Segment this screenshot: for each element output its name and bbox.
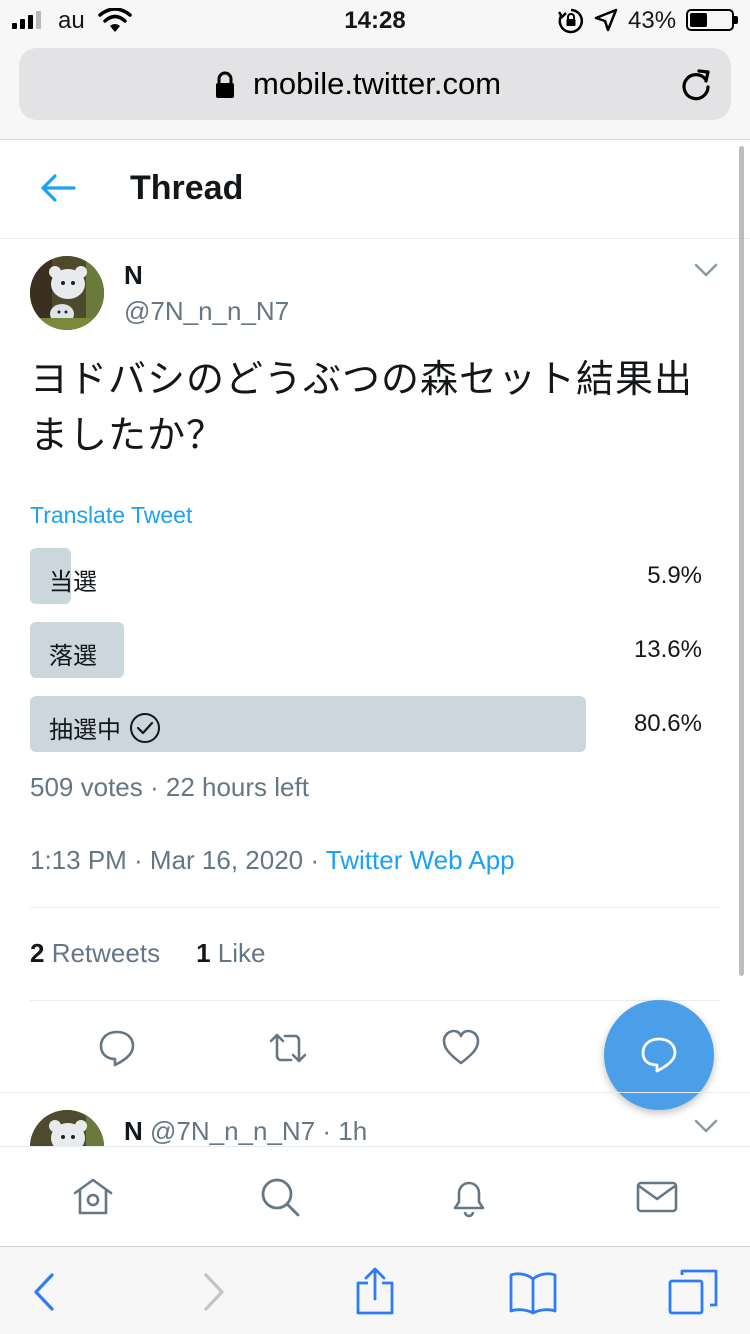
tweet-timestamp: 1:13 PM · Mar 16, 2020 · Twitter Web App (30, 845, 515, 876)
poll-option: 当選 5.9% (30, 548, 720, 604)
author-name[interactable]: N (124, 260, 143, 291)
home-icon[interactable] (71, 1175, 115, 1219)
tweet-text-line: ヨドバシのどうぶつの森セット結果出 (30, 359, 694, 401)
reply-icon[interactable] (97, 1028, 137, 1068)
envelope-icon[interactable] (635, 1175, 679, 1219)
divider (30, 1000, 720, 1001)
poll-option-label: 落選 (49, 643, 97, 670)
retweet-icon[interactable] (268, 1028, 308, 1068)
chevron-down-icon[interactable] (694, 262, 718, 278)
likes-stat[interactable]: 1 Like (196, 938, 265, 968)
address-bar[interactable]: mobile.twitter.com (19, 48, 731, 120)
url-text: mobile.twitter.com (253, 66, 502, 101)
chevron-down-icon[interactable] (694, 1118, 718, 1134)
avatar[interactable] (30, 256, 104, 330)
author-handle[interactable]: @7N_n_n_N7 (124, 296, 289, 327)
page-title: Thread (130, 169, 244, 207)
share-icon[interactable] (350, 1267, 400, 1317)
poll-option-percent: 5.9% (647, 562, 702, 589)
tweet-text: ヨドバシのどうぶつの森セット結果出 ましたか？ (30, 352, 720, 464)
bookmarks-icon[interactable] (508, 1267, 558, 1317)
poll-option: 抽選中 80.6% (30, 696, 720, 752)
retweets-stat[interactable]: 2 Retweets (30, 938, 160, 968)
heart-icon[interactable] (441, 1028, 481, 1068)
search-icon[interactable] (258, 1175, 302, 1219)
compose-reply-button[interactable] (604, 1000, 714, 1110)
poll-option: 落選 13.6% (30, 622, 720, 678)
browser-toolbar (0, 1246, 750, 1334)
battery-percent: 43% (628, 7, 677, 34)
status-bar: au 14:28 43% (0, 0, 750, 40)
poll-option-label: 当選 (49, 569, 97, 596)
back-arrow-icon[interactable] (40, 173, 76, 203)
page-scrollbar[interactable] (739, 146, 744, 976)
padlock-icon (216, 71, 234, 98)
avatar-image (30, 256, 104, 330)
poll-option-label: 抽選中 (49, 710, 161, 745)
tweet-stats: 2 Retweets 1 Like (30, 938, 265, 969)
rotation-lock-icon (558, 8, 584, 34)
battery-icon (686, 9, 738, 31)
bell-icon[interactable] (447, 1175, 491, 1219)
browser-address-area: mobile.twitter.com (0, 40, 750, 140)
tabs-icon[interactable] (668, 1267, 718, 1317)
reply-bubble-icon (641, 1037, 677, 1073)
check-circle-icon (130, 712, 160, 743)
reply-author-name: N (124, 1116, 143, 1146)
poll-summary: 509 votes · 22 hours left (30, 772, 309, 802)
reply-author-line[interactable]: N @7N_n_n_N7 · 1h (124, 1116, 367, 1147)
divider (0, 1092, 750, 1093)
reply-handle-time: @7N_n_n_N7 · 1h (142, 1116, 368, 1146)
poll-option-percent: 13.6% (633, 636, 702, 663)
timestamp-text: 1:13 PM · Mar 16, 2020 · (30, 845, 326, 875)
back-icon[interactable] (22, 1267, 72, 1317)
forward-icon[interactable] (186, 1267, 236, 1317)
tweet-text-line: ましたか？ (30, 415, 226, 457)
reload-icon[interactable] (679, 68, 713, 102)
thread-header: Thread (0, 141, 750, 239)
divider (30, 907, 720, 908)
location-arrow-icon (594, 8, 618, 32)
source-link[interactable]: Twitter Web App (326, 845, 515, 875)
battery-fill (690, 13, 707, 27)
translate-tweet-link[interactable]: Translate Tweet (30, 502, 192, 529)
bottom-navigation (0, 1146, 750, 1246)
poll-option-percent: 80.6% (633, 710, 702, 737)
